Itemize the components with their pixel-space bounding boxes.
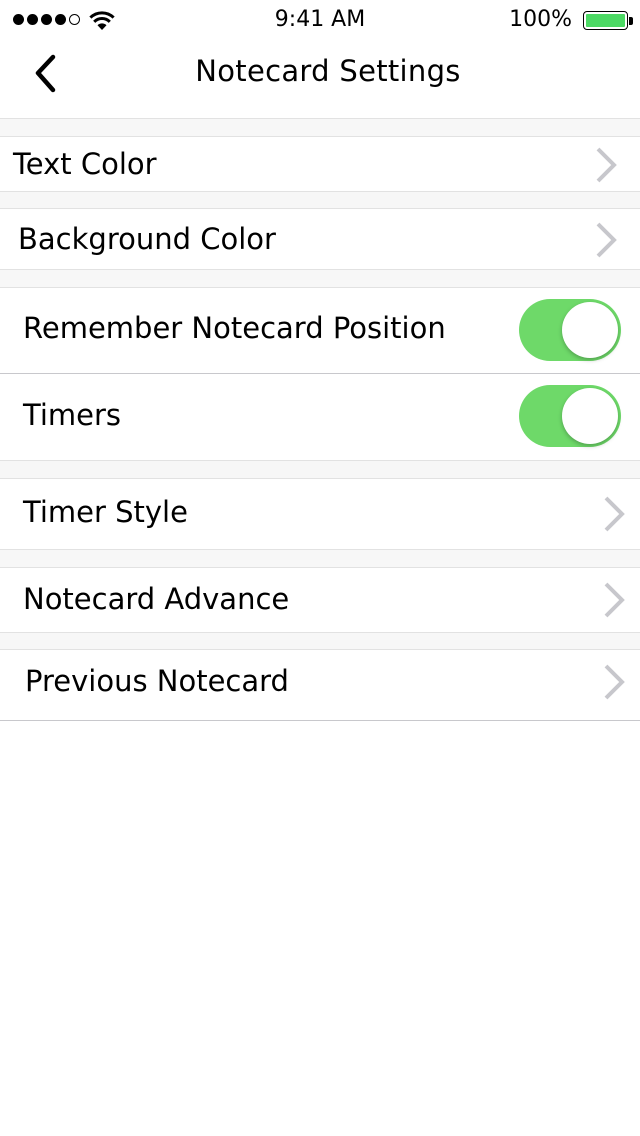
timers-label: Timers [23, 398, 122, 432]
page-title: Notecard Settings [195, 54, 461, 88]
status-bar: 9:41 AM 100% [0, 0, 640, 40]
battery-cap [629, 17, 633, 25]
chevron-right-icon [604, 496, 625, 532]
remember-position-row: Remember Notecard Position [0, 288, 640, 374]
remember-position-toggle[interactable] [519, 299, 621, 361]
chevron-right-icon [604, 582, 625, 618]
battery-icon [583, 11, 628, 30]
chevron-right-icon [596, 147, 617, 183]
timers-row: Timers [0, 374, 640, 460]
timer-style-label: Timer Style [23, 495, 188, 529]
previous-notecard-label: Previous Notecard [25, 664, 289, 698]
row-divider [0, 720, 640, 721]
notecard-advance-label: Notecard Advance [23, 582, 290, 616]
text-color-label: Text Color [13, 147, 157, 181]
background-color-label: Background Color [18, 222, 276, 256]
battery-percent: 100% [509, 7, 572, 32]
notecard-settings-screen: 9:41 AM 100% Notecard Settings Text Colo… [0, 0, 640, 1136]
group-separator [0, 269, 640, 288]
battery-fill [586, 14, 625, 27]
group-separator [0, 460, 640, 479]
text-color-row[interactable]: Text Color [0, 137, 640, 192]
navigation-bar: Notecard Settings [0, 40, 640, 118]
timers-toggle[interactable] [519, 385, 621, 447]
chevron-right-icon [596, 222, 617, 258]
notecard-advance-row[interactable]: Notecard Advance [0, 568, 640, 632]
group-separator [0, 191, 640, 209]
timer-style-row[interactable]: Timer Style [0, 479, 640, 549]
background-color-row[interactable]: Background Color [0, 209, 640, 270]
toggle-knob [562, 388, 618, 444]
group-separator [0, 118, 640, 137]
remember-position-label: Remember Notecard Position [23, 311, 446, 345]
toggle-knob [562, 302, 618, 358]
previous-notecard-row[interactable]: Previous Notecard [0, 650, 640, 720]
chevron-right-icon [604, 664, 625, 700]
group-separator [0, 632, 640, 650]
group-separator [0, 549, 640, 568]
